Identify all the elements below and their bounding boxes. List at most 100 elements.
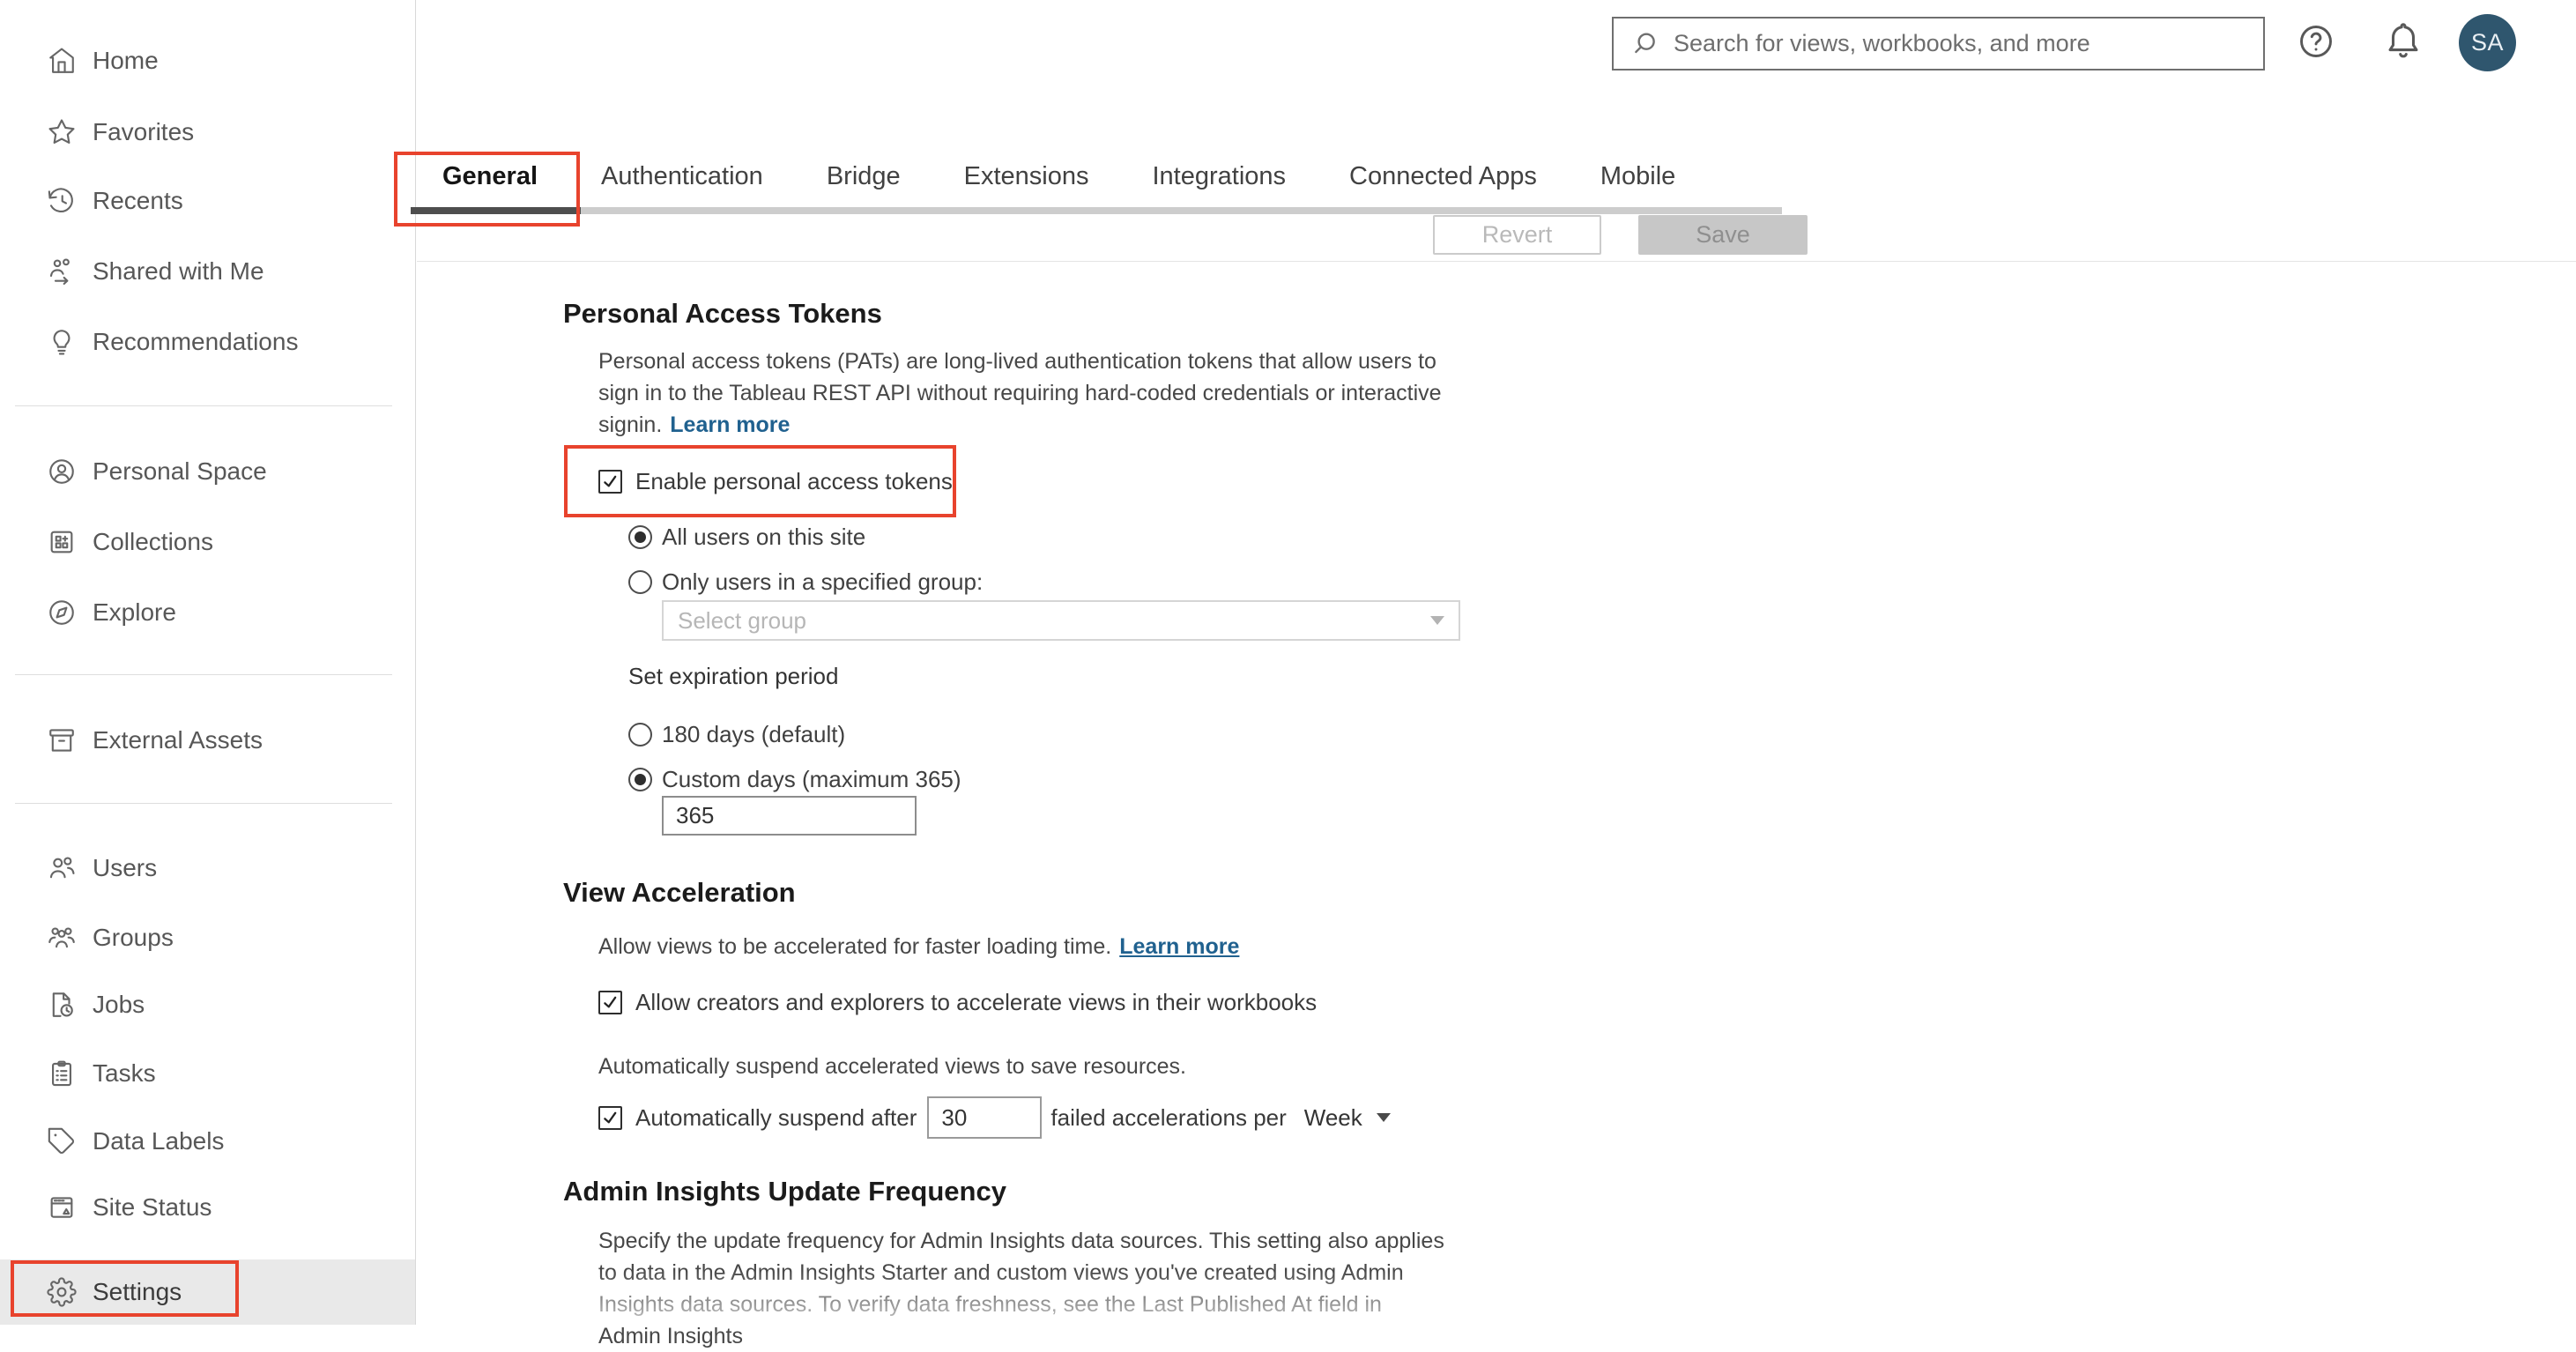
custom-days-radio[interactable] <box>628 768 652 791</box>
sidebar-item-label: Settings <box>93 1278 182 1305</box>
allow-acceleration-label: Allow creators and explorers to accelera… <box>635 989 1318 1015</box>
custom-days-input[interactable] <box>662 796 917 836</box>
gear-icon <box>46 1276 78 1308</box>
tab-connected-apps[interactable]: Connected Apps <box>1349 162 1537 191</box>
recents-clock-icon <box>46 185 78 217</box>
suspend-period-value[interactable]: Week <box>1304 1104 1362 1132</box>
specified-group-label: Only users in a specified group: <box>662 568 984 595</box>
sidebar-item-label: Site Status <box>93 1193 212 1221</box>
default-days-label: 180 days (default) <box>662 721 846 747</box>
help-icon <box>2300 26 2332 57</box>
jobs-icon <box>46 989 78 1021</box>
auto-suspend-row: Automatically suspend after failed accel… <box>598 1096 1391 1139</box>
radio-all-users-row: All users on this site <box>628 524 865 551</box>
tasks-icon <box>46 1058 78 1089</box>
sidebar-item-label: Jobs <box>93 991 145 1018</box>
enable-pat-label: Enable personal access tokens <box>635 468 953 494</box>
chevron-down-icon <box>1430 616 1444 625</box>
auto-suspend-checkbox[interactable] <box>598 1105 622 1130</box>
lightbulb-icon <box>46 326 78 358</box>
all-users-label: All users on this site <box>662 524 866 550</box>
sidebar-item-label: Users <box>93 854 158 881</box>
group-select-placeholder: Select group <box>678 606 806 634</box>
enable-pat-row: Enable personal access tokens <box>598 468 953 495</box>
sidebar-item-users[interactable]: Users <box>0 833 415 903</box>
sidebar-item-jobs[interactable]: Jobs <box>0 969 415 1040</box>
allow-acceleration-checkbox[interactable] <box>598 991 622 1014</box>
site-status-icon <box>46 1192 78 1223</box>
sidebar-item-label: Favorites <box>93 118 195 145</box>
view-acceleration-description-text: Allow views to be accelerated for faster… <box>598 934 1112 959</box>
tab-integrations[interactable]: Integrations <box>1153 162 1287 191</box>
sidebar-item-label: Explore <box>93 598 176 626</box>
save-button[interactable]: Save <box>1638 215 1808 255</box>
sidebar-item-label: External Assets <box>93 726 263 754</box>
sidebar-item-recommendations[interactable]: Recommendations <box>0 307 415 377</box>
sidebar-item-label: Groups <box>93 924 174 951</box>
sidebar-item-label: Recents <box>93 187 183 214</box>
search-input[interactable] <box>1672 29 2249 58</box>
sidebar-item-label: Recommendations <box>93 328 299 355</box>
sidebar-item-collections[interactable]: Collections <box>0 507 415 577</box>
revert-button[interactable]: Revert <box>1433 215 1601 255</box>
sidebar-item-recents[interactable]: Recents <box>0 166 415 236</box>
specified-group-radio[interactable] <box>628 570 652 594</box>
sidebar-item-label: Tasks <box>93 1059 156 1087</box>
explore-compass-icon <box>46 597 78 628</box>
tab-mobile[interactable]: Mobile <box>1600 162 1675 191</box>
sidebar-item-explore[interactable]: Explore <box>0 577 415 648</box>
sidebar-item-label: Personal Space <box>93 457 267 485</box>
search-box[interactable] <box>1612 17 2265 71</box>
view-acceleration-description: Allow views to be accelerated for faster… <box>598 934 1239 960</box>
tab-extensions[interactable]: Extensions <box>964 162 1089 191</box>
default-days-radio[interactable] <box>628 723 652 747</box>
home-icon <box>46 45 78 77</box>
search-icon <box>1635 32 1655 53</box>
allow-acceleration-row: Allow creators and explorers to accelera… <box>598 989 1317 1016</box>
star-icon <box>46 116 78 148</box>
pat-section-title: Personal Access Tokens <box>563 298 882 329</box>
notifications-button[interactable] <box>2383 20 2424 63</box>
enable-pat-checkbox[interactable] <box>598 470 622 494</box>
expiration-period-label: Set expiration period <box>628 663 839 689</box>
sidebar-item-settings[interactable]: Settings <box>0 1259 415 1325</box>
sidebar-item-external-assets[interactable]: External Assets <box>0 705 415 776</box>
period-dropdown-caret-icon[interactable] <box>1376 1113 1391 1122</box>
sidebar-item-shared-with-me[interactable]: Shared with Me <box>0 236 415 307</box>
sidebar-item-home[interactable]: Home <box>0 26 415 96</box>
sidebar-item-tasks[interactable]: Tasks <box>0 1038 415 1109</box>
group-select[interactable]: Select group <box>662 600 1460 641</box>
sidebar-item-label: Data Labels <box>93 1127 225 1155</box>
bell-icon <box>2388 23 2418 58</box>
sidebar-item-personal-space[interactable]: Personal Space <box>0 436 415 507</box>
failed-accelerations-input[interactable] <box>927 1096 1043 1139</box>
tab-bridge[interactable]: Bridge <box>827 162 901 191</box>
personal-space-icon <box>46 456 78 487</box>
settings-tabs: General Authentication Bridge Extensions… <box>442 150 1675 203</box>
sidebar-divider <box>15 803 392 804</box>
sidebar-item-data-labels[interactable]: Data Labels <box>0 1106 415 1177</box>
radio-specified-group-row: Only users in a specified group: <box>628 568 983 596</box>
tab-authentication[interactable]: Authentication <box>601 162 763 191</box>
sidebar-divider <box>15 674 392 675</box>
suspend-note: Automatically suspend accelerated views … <box>598 1054 1186 1079</box>
sidebar-divider <box>15 405 392 406</box>
admin-insights-description: Specify the update frequency for Admin I… <box>598 1229 1444 1348</box>
sidebar-item-favorites[interactable]: Favorites <box>0 97 415 167</box>
auto-suspend-prefix: Automatically suspend after <box>635 1103 917 1131</box>
radio-180-days-row: 180 days (default) <box>628 721 845 748</box>
view-acceleration-learn-more-link[interactable]: Learn more <box>1119 934 1239 959</box>
help-button[interactable] <box>2297 22 2335 61</box>
pat-learn-more-link[interactable]: Learn more <box>670 412 790 437</box>
tag-icon <box>46 1125 78 1157</box>
sidebar-item-groups[interactable]: Groups <box>0 903 415 973</box>
custom-days-label: Custom days (maximum 365) <box>662 766 961 792</box>
external-assets-icon <box>46 724 78 756</box>
tab-general[interactable]: General <box>442 162 538 191</box>
all-users-radio[interactable] <box>628 525 652 549</box>
shared-with-me-icon <box>46 256 78 287</box>
avatar-initials: SA <box>2470 29 2505 56</box>
radio-custom-days-row: Custom days (maximum 365) <box>628 766 961 793</box>
avatar[interactable]: SA <box>2459 14 2516 71</box>
sidebar-item-site-status[interactable]: Site Status <box>0 1172 415 1243</box>
